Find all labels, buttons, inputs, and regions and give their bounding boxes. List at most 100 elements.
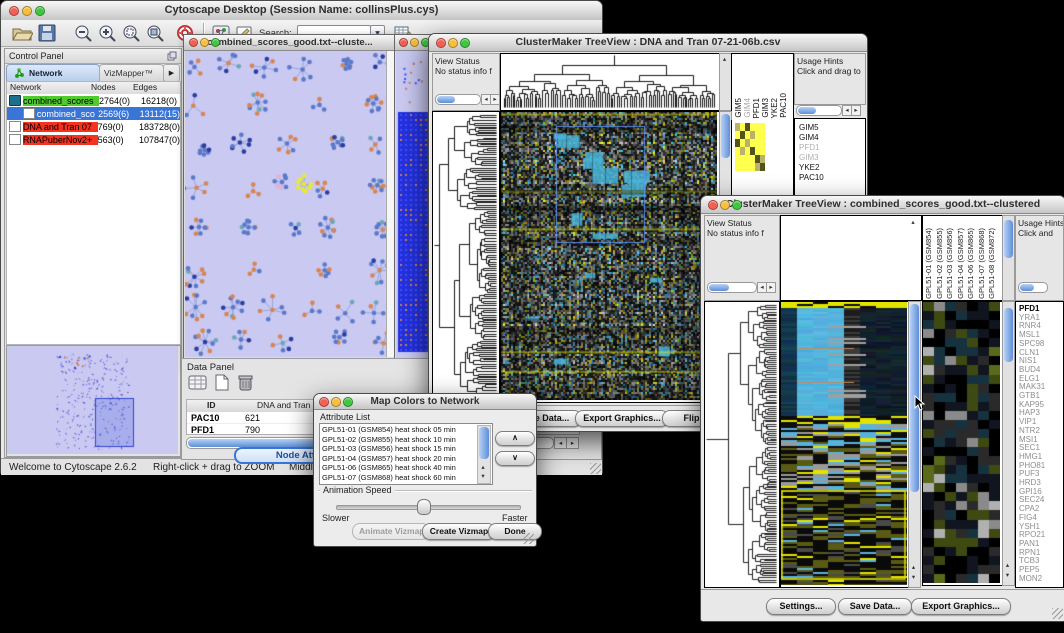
minimize-button[interactable] <box>331 397 341 407</box>
column-condition-label[interactable]: GPL51-02 (GSM855) <box>935 228 944 299</box>
tv1-column-labels[interactable]: GIM5GIM4PFD1GIM3YKE2PAC10 <box>731 53 794 121</box>
delete-attribute-icon[interactable] <box>236 374 256 391</box>
close-button[interactable] <box>436 38 446 48</box>
settings--button[interactable]: Settings... <box>766 598 836 615</box>
tab-network[interactable]: Network <box>6 64 100 82</box>
column-condition-label[interactable]: GPL51-04 (GSM857) <box>956 228 965 299</box>
zoom-fit-icon[interactable] <box>145 24 165 42</box>
tab-vizmapper[interactable]: VizMapper™ <box>99 64 164 82</box>
row-gene-label[interactable]: ELG1 <box>1019 374 1039 383</box>
network-canvas-2[interactable] <box>396 51 430 361</box>
minimize-button[interactable] <box>720 200 730 210</box>
row-gene-label[interactable]: MON2 <box>1019 574 1042 583</box>
attribute-list-item[interactable]: GPL51-06 (GSM865) heat shock 40 min <box>322 463 474 473</box>
column-condition-label[interactable]: GPL51-06 (GSM865) <box>966 228 975 299</box>
row-gene-label[interactable]: BUD4 <box>1019 365 1040 374</box>
row-gene-label[interactable]: YSH1 <box>1019 522 1040 531</box>
column-gene-label[interactable]: PFD1 <box>752 98 761 118</box>
scroll-right-arrow[interactable]: ▸ <box>766 282 776 293</box>
row-gene-label[interactable]: RPO21 <box>1019 530 1045 539</box>
attribute-list-item[interactable]: GPL51-07 (GSM868) heat shock 60 min <box>322 473 474 483</box>
zoom-out-icon[interactable] <box>73 24 93 42</box>
row-gene-label[interactable]: PEP5 <box>1019 565 1039 574</box>
network-overview-canvas[interactable] <box>7 346 178 454</box>
row-gene-label[interactable]: TCB3 <box>1019 556 1039 565</box>
network-overview-panel[interactable] <box>6 345 181 457</box>
zoom-button[interactable] <box>732 200 742 210</box>
tv1-heatmap-global[interactable] <box>500 111 720 403</box>
export-graphics--button[interactable]: Export Graphics... <box>911 598 1011 615</box>
network-tree-row[interactable]: combined_sco2569(6)13112(15) <box>7 107 180 120</box>
tab-overflow-button[interactable]: ▶ <box>163 64 180 82</box>
attribute-list-item[interactable]: GPL51-04 (GSM857) heat shock 20 min <box>322 454 474 464</box>
close-button[interactable] <box>9 6 19 16</box>
row-gene-label[interactable]: GTB1 <box>1019 391 1040 400</box>
attribute-list[interactable]: GPL51-01 (GSM854) heat shock 05 minGPL51… <box>319 423 493 485</box>
dialog-title-bar[interactable]: Map Colors to Network <box>314 394 536 410</box>
column-gene-label[interactable]: YKE2 <box>770 98 779 118</box>
attribute-list-item[interactable]: GPL51-02 (GSM855) heat shock 10 min <box>322 435 474 445</box>
network-tree-row[interactable]: combined_scores2764(0)16218(0) <box>7 94 180 107</box>
row-gene-label[interactable]: PFD1 <box>799 143 819 152</box>
row-gene-label[interactable]: MSL1 <box>1019 330 1040 339</box>
row-gene-label[interactable]: NIS1 <box>1019 356 1037 365</box>
row-gene-label[interactable]: MSI1 <box>1019 435 1038 444</box>
select-attributes-icon[interactable] <box>188 374 208 391</box>
create-attribute-icon[interactable] <box>212 374 232 391</box>
zoom-button[interactable] <box>343 397 353 407</box>
network-canvas[interactable] <box>185 51 386 357</box>
tv2-row-dendrogram[interactable] <box>704 301 780 588</box>
resize-grip[interactable] <box>1052 608 1063 619</box>
column-gene-label[interactable]: GIM5 <box>734 98 743 118</box>
zoom-selected-icon[interactable] <box>121 24 141 42</box>
row-gene-label[interactable]: PAN1 <box>1019 539 1039 548</box>
move-up-button[interactable]: ∧ <box>495 431 535 446</box>
row-gene-label[interactable]: YKE2 <box>799 163 819 172</box>
tv2-heatmap-global[interactable] <box>780 301 910 588</box>
minimize-button[interactable] <box>448 38 458 48</box>
column-gene-label[interactable]: PAC10 <box>779 93 788 118</box>
tv1-zoom-matrix[interactable] <box>735 123 765 171</box>
export-graphics--button[interactable]: Export Graphics... <box>575 410 669 427</box>
column-gene-label[interactable]: GIM4 <box>743 98 752 118</box>
row-gene-label[interactable]: FIG4 <box>1019 513 1037 522</box>
tv2-heatmap-zoom[interactable] <box>922 301 1003 586</box>
row-gene-label[interactable]: GIM3 <box>799 153 819 162</box>
tv2-collabel-scrollbar[interactable] <box>1002 215 1015 301</box>
row-gene-label[interactable]: HMG1 <box>1019 452 1042 461</box>
treeview2-title-bar[interactable]: ClusterMaker TreeView : combined_scores_… <box>701 196 1064 214</box>
close-button[interactable] <box>319 397 329 407</box>
minimize-button[interactable] <box>410 38 419 47</box>
column-condition-label[interactable]: GPL51-03 (GSM856) <box>945 228 954 299</box>
row-gene-label[interactable]: SPC98 <box>1019 339 1044 348</box>
row-gene-label[interactable]: GPI16 <box>1019 487 1042 496</box>
network-tree-row[interactable]: RNAPuberNov2+563(0)107847(0) <box>7 133 180 146</box>
row-gene-label[interactable]: CPA2 <box>1019 504 1039 513</box>
row-gene-label[interactable]: PFD1 <box>1019 304 1039 313</box>
float-panel-icon[interactable] <box>167 51 177 61</box>
tv1-row-dendrogram[interactable] <box>432 111 500 403</box>
row-gene-label[interactable]: PAC10 <box>799 173 824 182</box>
main-title-bar[interactable]: Cytoscape Desktop (Session Name: collins… <box>1 1 602 21</box>
row-gene-label[interactable]: HRD3 <box>1019 478 1041 487</box>
scroll-right-arrow[interactable]: ▸ <box>490 94 500 105</box>
tv2-usage-hscrollbar[interactable] <box>1018 282 1048 293</box>
save-data--button[interactable]: Save Data... <box>838 598 912 615</box>
open-file-icon[interactable] <box>11 24 33 42</box>
row-gene-label[interactable]: GIM5 <box>799 123 819 132</box>
close-button[interactable] <box>189 38 198 47</box>
tv2-heatmap-vscrollbar[interactable]: ▴ ▾ <box>908 301 921 588</box>
row-gene-label[interactable]: MAK31 <box>1019 382 1045 391</box>
row-gene-label[interactable]: RNR4 <box>1019 321 1041 330</box>
minimize-button[interactable] <box>22 6 32 16</box>
tv2-zoom-vscrollbar[interactable]: ▴ ▾ <box>1002 301 1015 586</box>
attribute-list-scrollbar[interactable]: ▴ ▾ <box>477 425 491 484</box>
row-gene-label[interactable]: GIM4 <box>799 133 819 142</box>
column-condition-label[interactable]: GPL51-07 (GSM868) <box>977 228 986 299</box>
tv1-column-dendrogram[interactable] <box>500 53 720 111</box>
treeview1-title-bar[interactable]: ClusterMaker TreeView : DNA and Tran 07-… <box>429 34 867 52</box>
slider-thumb[interactable] <box>417 499 431 515</box>
tv1-status-hscrollbar[interactable] <box>435 94 481 105</box>
create-vizmap-button[interactable]: Create Vizmap <box>422 523 496 540</box>
row-gene-label[interactable]: PUF3 <box>1019 469 1039 478</box>
